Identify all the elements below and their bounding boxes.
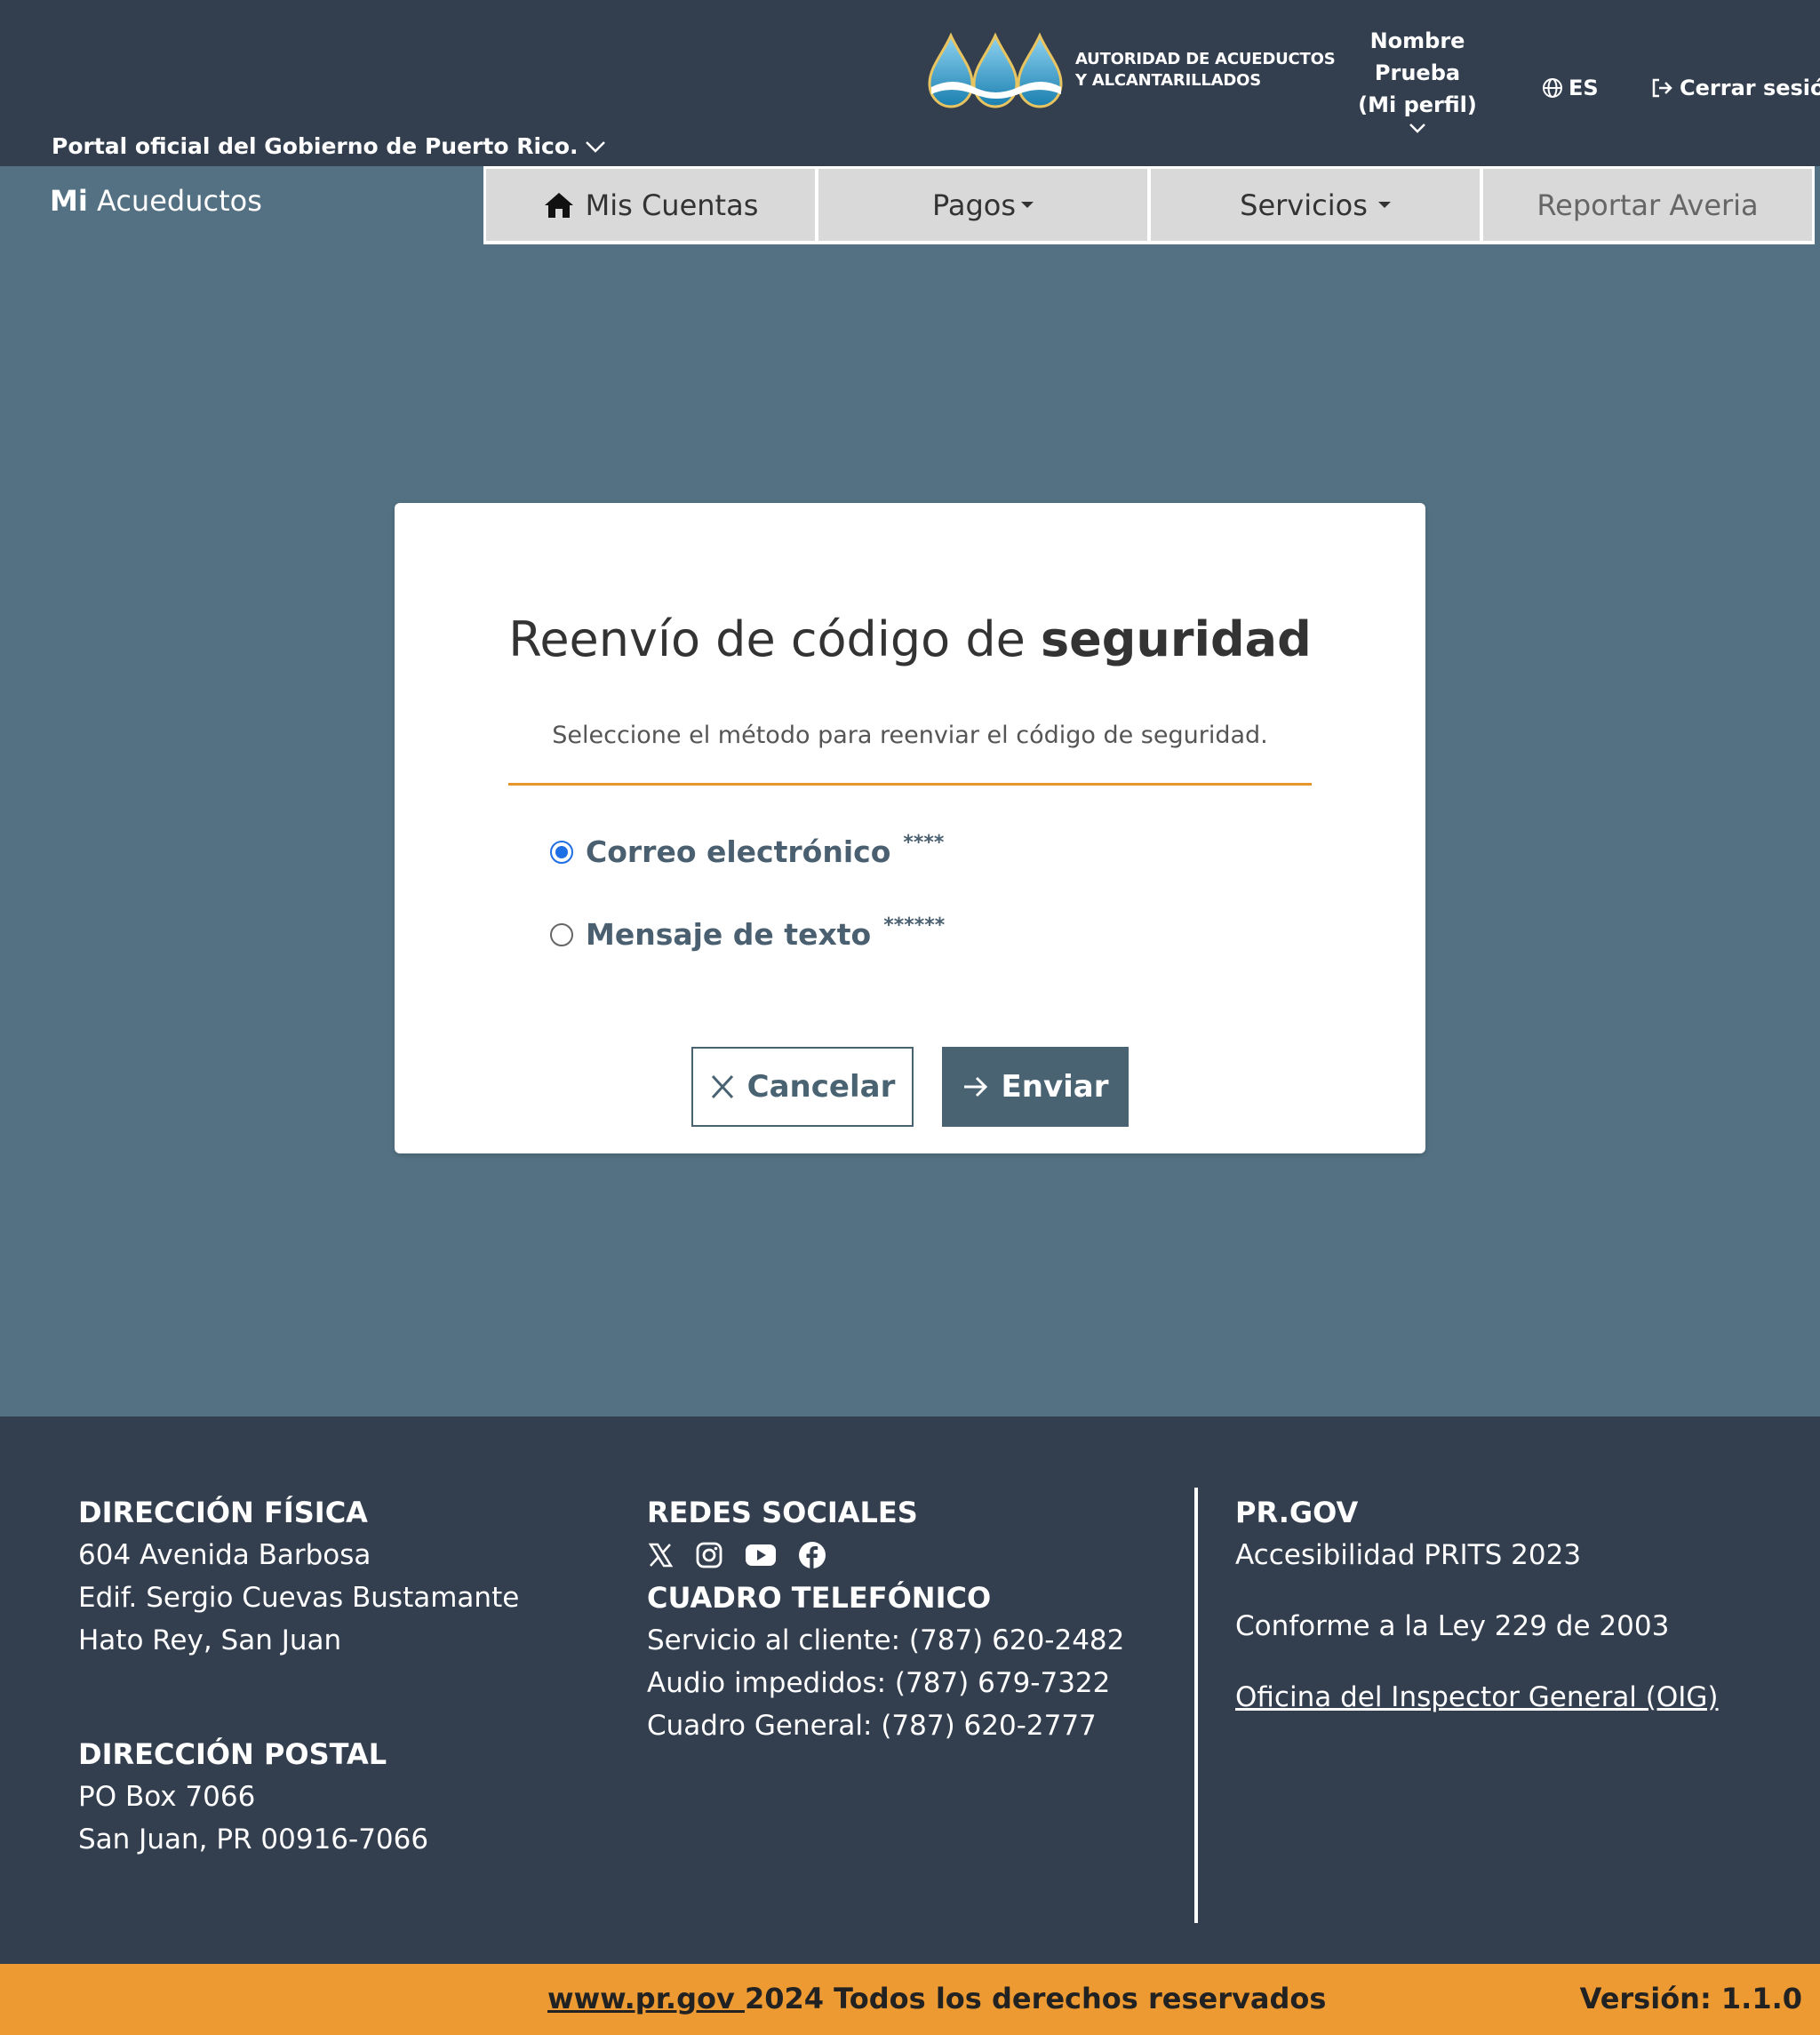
sms-mask: ****** [883, 914, 946, 937]
footer: DIRECCIÓN FÍSICA 604 Avenida Barbosa Edi… [0, 1417, 1820, 1964]
send-button[interactable]: Enviar [942, 1047, 1129, 1127]
user-name-line-1: Nombre [1369, 28, 1465, 53]
phone-title: CUADRO TELEFÓNICO [647, 1581, 992, 1615]
oig-link[interactable]: Oficina del Inspector General (OIG) [1235, 1676, 1719, 1719]
physical-address-title: DIRECCIÓN FÍSICA [78, 1496, 368, 1529]
social-links [647, 1534, 1124, 1576]
profile-link-label: (Mi perfil) [1358, 92, 1477, 117]
gov-portal-toggle[interactable]: Portal oficial del Gobierno de Puerto Ri… [52, 133, 607, 159]
water-drops-logo-icon [928, 32, 1063, 108]
phone-line: Servicio al cliente: (787) 620-2482 [647, 1624, 1125, 1656]
email-mask: **** [903, 832, 945, 854]
postal-address-title: DIRECCIÓN POSTAL [78, 1737, 387, 1771]
chevron-down-icon [585, 140, 605, 153]
tab-servicios-label: Servicios [1240, 188, 1368, 222]
brand-mi-acueductos[interactable]: Mi Acueductos [50, 184, 262, 218]
copyright-text: www.pr.gov 2024 Todos los derechos reser… [547, 1982, 1326, 2015]
language-label: ES [1569, 76, 1599, 100]
tab-reportar-averia-label: Reportar Averia [1537, 188, 1759, 222]
language-selector[interactable]: ES [1542, 76, 1599, 100]
resend-code-card: Reenvío de código de seguridad Seleccion… [395, 503, 1425, 1153]
prgov-title: PR.GOV [1235, 1496, 1359, 1529]
tab-mis-cuentas[interactable]: Mis Cuentas [486, 169, 815, 241]
postal-address-line: San Juan, PR 00916-7066 [78, 1824, 429, 1855]
main-nav: Mi Acueductos Mis Cuentas Pagos Servicio… [0, 166, 1820, 244]
version-label: Versión: 1.1.0 [1579, 1982, 1802, 2015]
tab-reportar-averia[interactable]: Reportar Averia [1483, 169, 1812, 241]
caret-down-icon [1021, 202, 1034, 208]
close-icon [711, 1074, 733, 1099]
globe-icon [1543, 78, 1562, 98]
instagram-icon[interactable] [695, 1541, 723, 1569]
option-email[interactable]: Correo electrónico **** [550, 832, 945, 869]
cancel-button[interactable]: Cancelar [691, 1047, 914, 1127]
nav-tabs: Mis Cuentas Pagos Servicios Reportar Ave… [483, 166, 1815, 244]
sms-radio[interactable] [550, 922, 573, 946]
x-icon[interactable] [647, 1542, 674, 1568]
email-radio[interactable] [550, 840, 573, 864]
gov-portal-label: Portal oficial del Gobierno de Puerto Ri… [52, 133, 579, 159]
logo-line-2: Y ALCANTARILLADOS [1075, 71, 1261, 90]
brand-rest: Acueductos [96, 184, 262, 218]
email-option-label: Correo electrónico [586, 834, 891, 869]
sign-out-icon [1652, 78, 1672, 98]
rights-text: 2024 Todos los derechos reservados [744, 1982, 1327, 2015]
phone-line: Audio impedidos: (787) 679-7322 [647, 1667, 1111, 1699]
chevron-down-icon [1409, 124, 1425, 133]
logo-text: AUTORIDAD DE ACUEDUCTOS Y ALCANTARILLADO… [1075, 49, 1336, 92]
orange-divider [508, 783, 1312, 786]
phone-line: Cuadro General: (787) 620-2777 [647, 1710, 1097, 1742]
home-icon [544, 192, 573, 218]
ley-229-link[interactable]: Conforme a la Ley 229 de 2003 [1235, 1605, 1719, 1648]
logo-line-1: AUTORIDAD DE ACUEDUCTOS [1075, 50, 1336, 68]
logout-label: Cerrar sesión [1680, 76, 1820, 100]
footer-social-column: REDES SOCIALES CUADRO TELEFÓNICO Servici… [647, 1491, 1124, 1747]
logout-button[interactable]: Cerrar sesión [1651, 76, 1820, 100]
sms-option-label: Mensaje de texto [586, 917, 872, 952]
top-header: AUTORIDAD DE ACUEDUCTOS Y ALCANTARILLADO… [0, 0, 1820, 166]
tab-pagos[interactable]: Pagos [818, 169, 1147, 241]
tab-pagos-label: Pagos [931, 188, 1017, 222]
caret-down-icon [1377, 202, 1391, 208]
brand-bold: Mi [50, 184, 88, 218]
title-regular: Reenvío de código de [508, 611, 1026, 667]
facebook-icon[interactable] [798, 1541, 826, 1569]
youtube-icon[interactable] [745, 1543, 777, 1568]
tab-mis-cuentas-label: Mis Cuentas [585, 188, 759, 222]
prgov-site-link[interactable]: www.pr.gov [547, 1982, 745, 2015]
social-title: REDES SOCIALES [647, 1496, 918, 1529]
copyright-bar: www.pr.gov 2024 Todos los derechos reser… [0, 1964, 1820, 2035]
aaa-logo[interactable]: AUTORIDAD DE ACUEDUCTOS Y ALCANTARILLADO… [926, 32, 1336, 108]
cancel-label: Cancelar [746, 1069, 896, 1105]
physical-address-line: Hato Rey, San Juan [78, 1624, 342, 1656]
postal-address-line: PO Box 7066 [78, 1781, 256, 1813]
page-title: Reenvío de código de seguridad [395, 611, 1425, 667]
physical-address-line: 604 Avenida Barbosa [78, 1539, 371, 1571]
title-bold: seguridad [1041, 611, 1312, 667]
footer-prgov-column: PR.GOV Accesibilidad PRITS 2023 Conforme… [1235, 1491, 1719, 1719]
user-profile-menu[interactable]: Nombre Prueba (Mi perfil) [1342, 25, 1493, 135]
user-name-line-2: Prueba [1374, 60, 1461, 85]
card-subtitle: Seleccione el método para reenviar el có… [552, 722, 1268, 749]
arrow-right-icon [963, 1076, 987, 1097]
accessibility-link[interactable]: Accesibilidad PRITS 2023 [1235, 1534, 1719, 1576]
tab-servicios[interactable]: Servicios [1151, 169, 1480, 241]
physical-address-line: Edif. Sergio Cuevas Bustamante [78, 1582, 520, 1614]
footer-vertical-divider [1194, 1488, 1198, 1923]
option-sms[interactable]: Mensaje de texto ****** [550, 914, 946, 952]
footer-address-column: DIRECCIÓN FÍSICA 604 Avenida Barbosa Edi… [78, 1491, 519, 1861]
send-label: Enviar [1001, 1069, 1109, 1105]
